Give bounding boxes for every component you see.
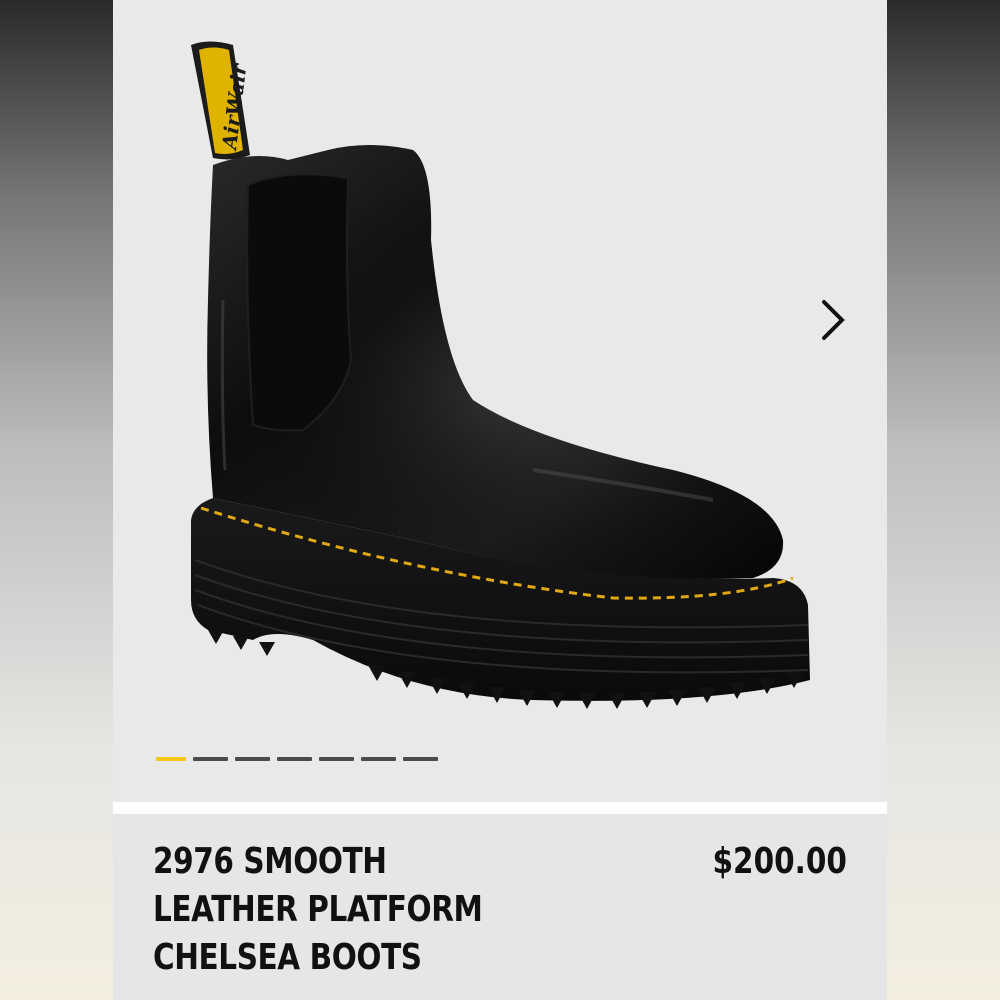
- gallery-indicator-2[interactable]: [193, 757, 228, 761]
- gallery-indicator-1[interactable]: [156, 757, 186, 761]
- gallery-indicator-7[interactable]: [403, 757, 438, 761]
- background-left-margin: [0, 0, 113, 1000]
- background-right-margin: [887, 0, 1000, 1000]
- product-card: AirWair 2976 SMOOTH LEATHER PLATFORM CHE…: [113, 0, 887, 1000]
- gallery-indicator-5[interactable]: [319, 757, 354, 761]
- divider: [113, 802, 887, 814]
- gallery-indicators: [156, 757, 438, 761]
- chevron-right-icon: [822, 300, 845, 340]
- product-price: $200.00: [712, 841, 847, 882]
- gallery-indicator-3[interactable]: [235, 757, 270, 761]
- product-info: 2976 SMOOTH LEATHER PLATFORM CHELSEA BOO…: [113, 814, 887, 1000]
- gallery-indicator-6[interactable]: [361, 757, 396, 761]
- product-image-gallery[interactable]: AirWair: [113, 0, 887, 802]
- product-image: AirWair: [191, 41, 810, 709]
- product-title: 2976 SMOOTH LEATHER PLATFORM CHELSEA BOO…: [153, 841, 483, 978]
- next-image-button[interactable]: [811, 292, 855, 348]
- gallery-indicator-4[interactable]: [277, 757, 312, 761]
- pull-tab: AirWair: [191, 41, 252, 160]
